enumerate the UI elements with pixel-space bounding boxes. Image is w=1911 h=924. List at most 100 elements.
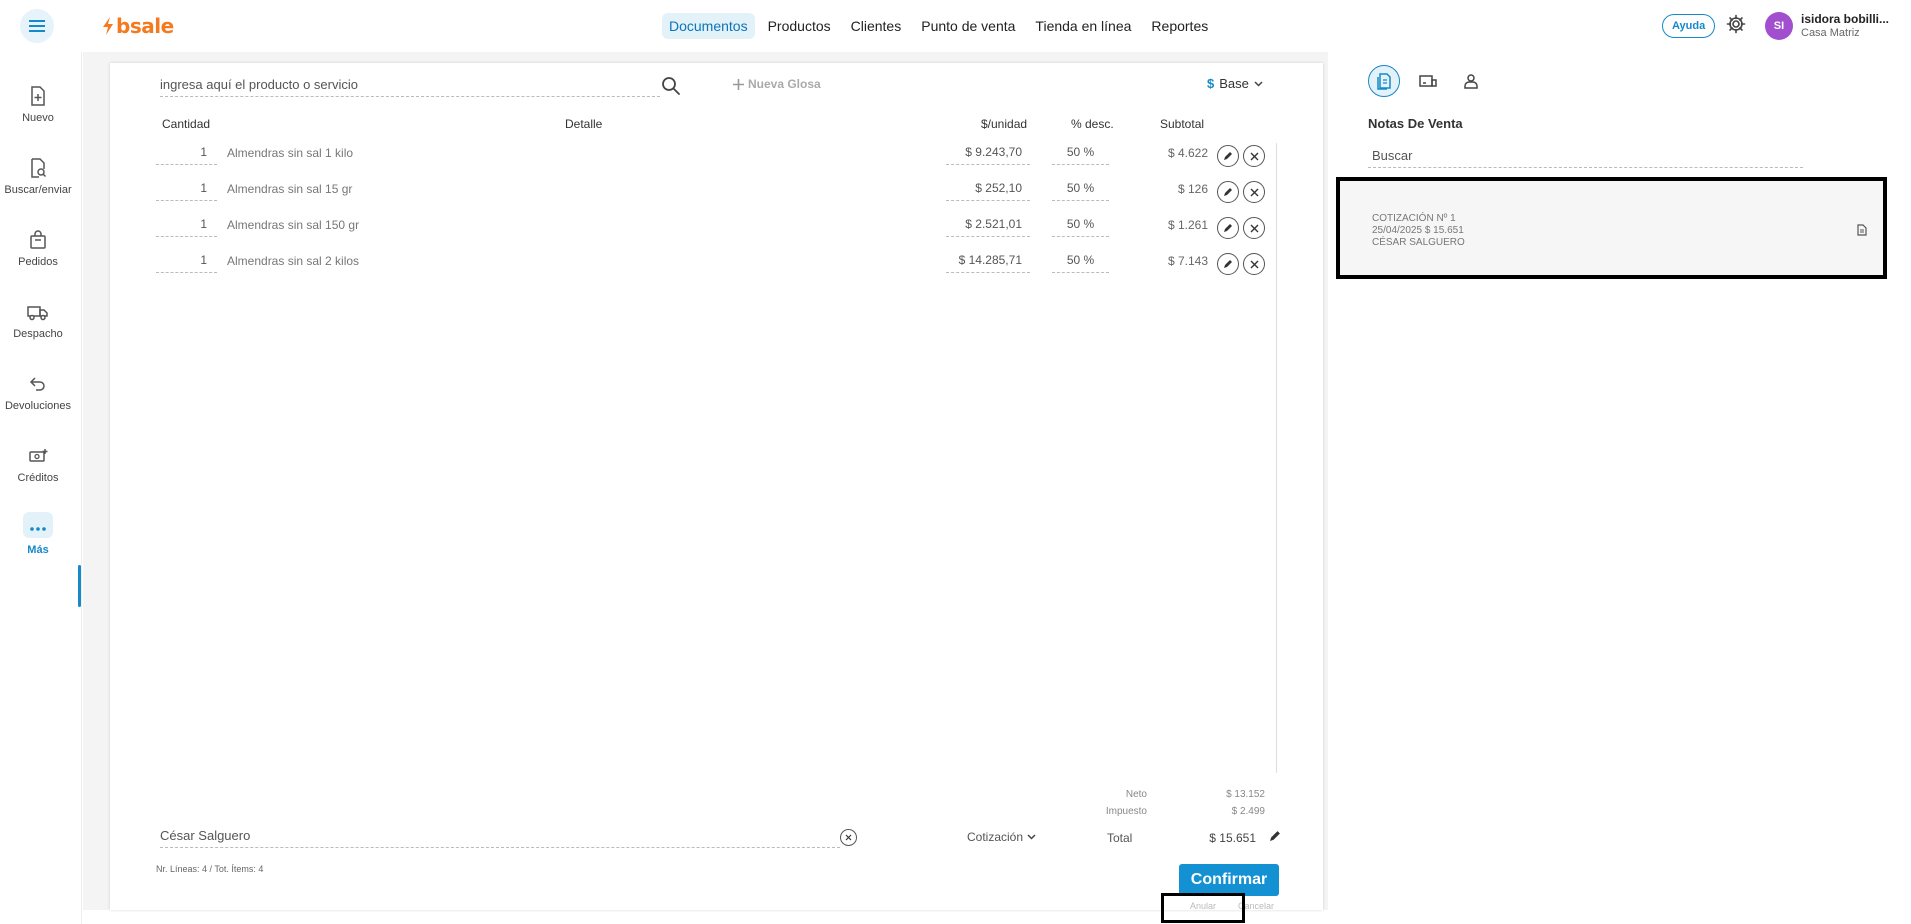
price-list-selector[interactable]: $ Base — [1207, 76, 1263, 91]
sidebar-item-mas[interactable]: Más — [0, 508, 76, 568]
plus-icon — [733, 78, 744, 90]
pencil-icon — [1224, 152, 1232, 160]
edit-row-button[interactable] — [1217, 145, 1239, 167]
close-icon — [1250, 152, 1258, 160]
column-header-descuento: % desc. — [1071, 117, 1114, 131]
line-item-count: Nr. Líneas: 4 / Tot. Ítems: 4 — [156, 864, 264, 874]
avatar[interactable]: SI — [1765, 12, 1793, 40]
nav-reportes[interactable]: Reportes — [1144, 13, 1215, 39]
logo-text: bsale — [116, 14, 174, 38]
sidebar-item-creditos[interactable]: Créditos — [0, 438, 76, 498]
nav-documentos[interactable]: Documentos — [662, 13, 755, 39]
pencil-icon[interactable] — [1269, 830, 1281, 842]
quantity-input[interactable]: 1 — [156, 217, 217, 237]
hamburger-menu-button[interactable] — [20, 9, 54, 43]
quote-number: COTIZACIÓN Nº 1 — [1372, 213, 1456, 224]
hamburger-icon — [29, 20, 45, 32]
sidebar-item-buscar[interactable]: Buscar/enviar — [0, 150, 76, 210]
bsale-logo[interactable]: bsale — [102, 14, 174, 38]
edit-row-button[interactable] — [1217, 253, 1239, 275]
product-search-input[interactable]: ingresa aquí el producto o servicio — [160, 77, 660, 97]
delete-row-button[interactable] — [1243, 253, 1265, 275]
close-icon — [1250, 188, 1258, 196]
nav-clientes[interactable]: Clientes — [844, 13, 909, 39]
sidebar-item-despacho[interactable]: Despacho — [0, 294, 76, 354]
return-icon — [29, 377, 45, 391]
sidebar-active-indicator — [78, 565, 81, 607]
unit-price-input[interactable]: $ 252,10 — [946, 181, 1030, 201]
column-header-cantidad: Cantidad — [162, 117, 211, 131]
unit-price-input[interactable]: $ 14.285,71 — [946, 253, 1030, 273]
table-row: 1 Almendras sin sal 2 kilos $ 14.285,71 … — [156, 249, 1266, 285]
panel-title: Notas De Venta — [1368, 116, 1463, 131]
edit-row-button[interactable] — [1217, 181, 1239, 203]
table-row: 1 Almendras sin sal 150 gr $ 2.521,01 50… — [156, 213, 1266, 249]
quantity-input[interactable]: 1 — [156, 253, 217, 273]
document-type-label: Cotización — [967, 830, 1024, 844]
neto-label: Neto — [1125, 789, 1147, 800]
search-icon[interactable] — [661, 76, 681, 96]
nueva-glosa-button[interactable]: Nueva Glosa — [733, 77, 821, 91]
user-branch: Casa Matriz — [1801, 27, 1860, 39]
table-row: 1 Almendras sin sal 15 gr $ 252,10 50 % … — [156, 177, 1266, 213]
impuesto-value: $ 2.499 — [1231, 806, 1265, 817]
sidebar-label: Pedidos — [18, 256, 58, 268]
documents-icon — [1377, 73, 1391, 90]
delete-row-button[interactable] — [1243, 145, 1265, 167]
clear-client-button[interactable] — [840, 829, 857, 846]
sidebar-label: Más — [27, 544, 49, 556]
price-list-label: Base — [1219, 76, 1249, 91]
discount-input[interactable]: 50 % — [1052, 253, 1109, 273]
unit-price-input[interactable]: $ 2.521,01 — [946, 217, 1030, 237]
unit-price-input[interactable]: $ 9.243,70 — [946, 145, 1030, 165]
help-button[interactable]: Ayuda — [1662, 14, 1716, 38]
new-document-icon — [31, 86, 45, 106]
document-type-selector[interactable]: Cotización — [967, 830, 1036, 844]
discount-input[interactable]: 50 % — [1052, 217, 1109, 237]
client-input[interactable]: César Salguero — [160, 828, 840, 848]
tab-documents[interactable] — [1368, 65, 1400, 97]
more-icon-box — [23, 512, 53, 538]
gear-icon[interactable] — [1726, 14, 1746, 34]
quote-date-amount: 25/04/2025 $ 15.651 — [1372, 225, 1464, 236]
nav-productos[interactable]: Productos — [761, 13, 838, 39]
discount-input[interactable]: 50 % — [1052, 145, 1109, 165]
table-divider — [1276, 143, 1277, 773]
quote-client: CÉSAR SALGUERO — [1372, 237, 1465, 248]
tab-client[interactable] — [1455, 65, 1487, 97]
sidebar-label: Créditos — [17, 472, 59, 484]
tab-point-of-sale[interactable] — [1412, 65, 1444, 97]
sidebar-label: Buscar/enviar — [4, 184, 72, 196]
column-header-precio-unidad: $/unidad — [981, 117, 1028, 131]
delete-row-button[interactable] — [1243, 181, 1265, 203]
panel-search-input[interactable]: Buscar — [1368, 148, 1803, 168]
discount-input[interactable]: 50 % — [1052, 181, 1109, 201]
nav-tienda-en-linea[interactable]: Tienda en línea — [1028, 13, 1138, 39]
sidebar-item-nuevo[interactable]: Nuevo — [0, 78, 76, 138]
search-document-icon — [31, 158, 47, 178]
nav-punto-de-venta[interactable]: Punto de venta — [914, 13, 1022, 39]
confirm-button[interactable]: Confirmar — [1179, 864, 1279, 896]
product-name: Almendras sin sal 1 kilo — [227, 146, 354, 160]
quantity-input[interactable]: 1 — [156, 181, 217, 201]
sidebar-item-pedidos[interactable]: Pedidos — [0, 222, 76, 282]
sidebar-item-devoluciones[interactable]: Devoluciones — [0, 366, 76, 426]
pencil-icon — [1224, 188, 1232, 196]
quantity-input[interactable]: 1 — [156, 145, 217, 165]
user-icon — [1464, 74, 1478, 89]
bag-icon — [30, 230, 46, 249]
total-label: Total — [1107, 831, 1133, 845]
user-name[interactable]: isidora bobilli... — [1801, 12, 1889, 26]
highlight-box — [1161, 893, 1245, 923]
sidebar: Nuevo Buscar/enviar Pedidos Despacho Dev… — [0, 52, 82, 924]
pos-terminal-icon — [1419, 75, 1437, 87]
quote-list-item[interactable]: COTIZACIÓN Nº 1 25/04/2025 $ 15.651 CÉSA… — [1336, 177, 1887, 279]
truck-icon — [27, 306, 48, 321]
delete-row-button[interactable] — [1243, 217, 1265, 239]
close-icon — [845, 834, 852, 841]
sidebar-label: Nuevo — [22, 112, 54, 124]
edit-row-button[interactable] — [1217, 217, 1239, 239]
currency-symbol: $ — [1207, 76, 1215, 91]
main-nav: Documentos Productos Clientes Punto de v… — [662, 13, 1215, 39]
document-icon[interactable] — [1857, 224, 1867, 236]
